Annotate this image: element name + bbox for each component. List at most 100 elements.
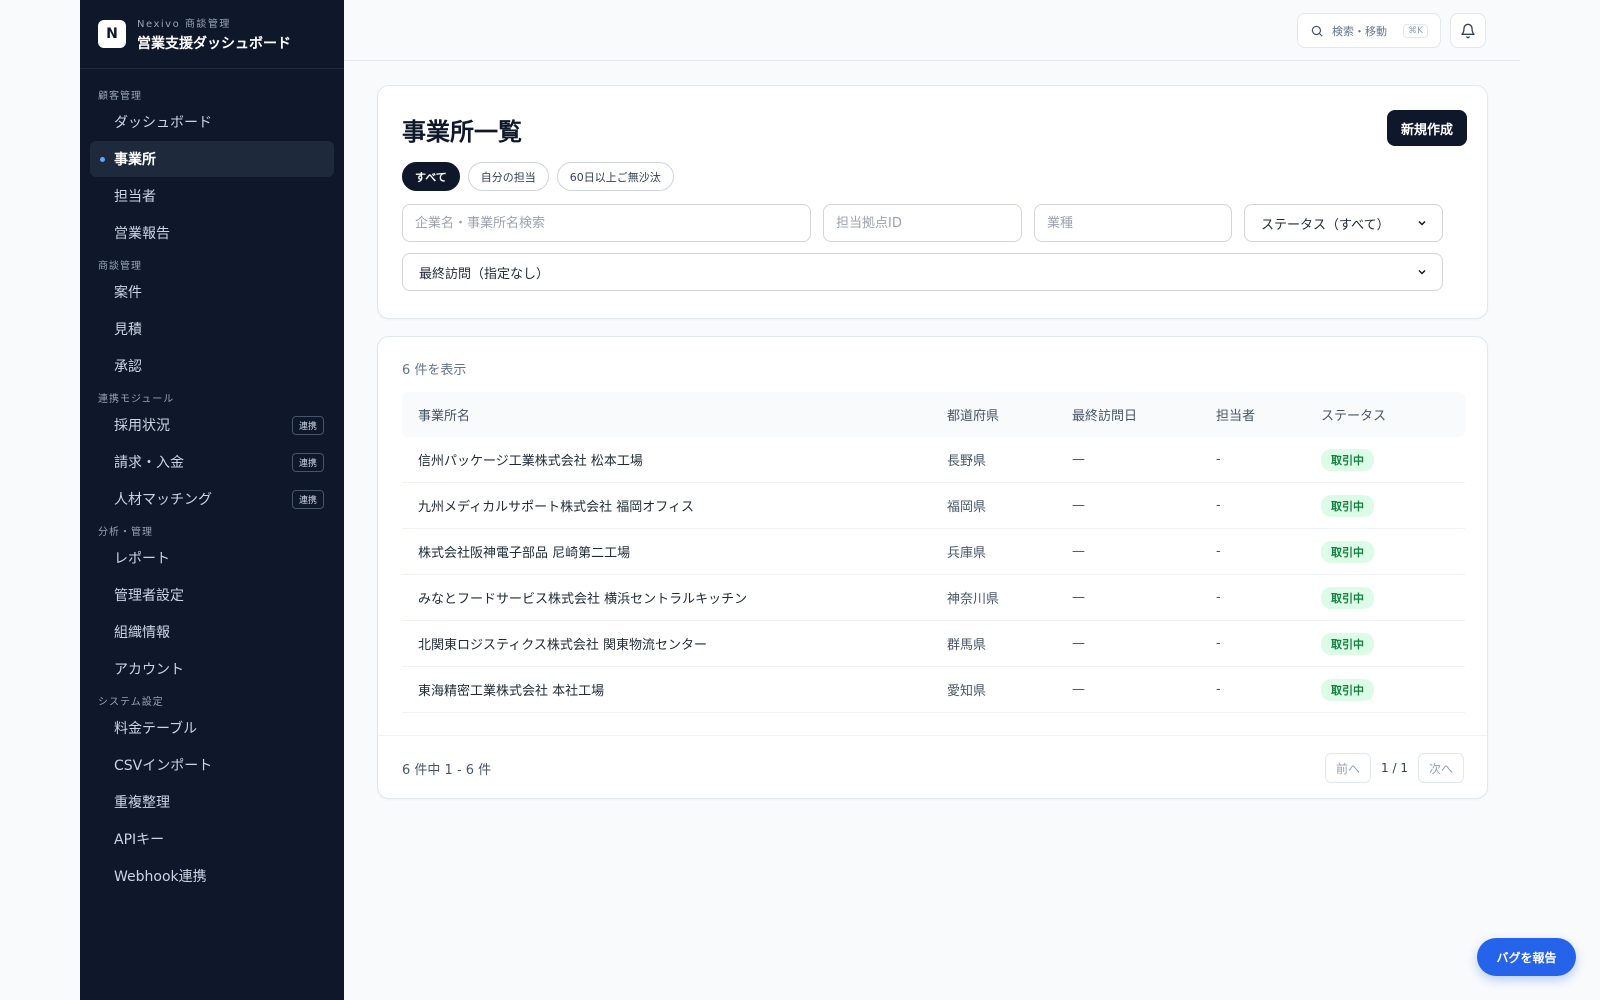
- offices-table: 事業所名 都道府県 最終訪問日 担当者 ステータス 信州パッケージ工業株式会社 …: [402, 392, 1465, 713]
- sidebar-item[interactable]: APIキー: [90, 821, 334, 857]
- sidebar-item-label: 組織情報: [114, 625, 170, 641]
- cell-office-name: 東海精密工業株式会社 本社工場: [418, 684, 605, 699]
- table-row[interactable]: 東海精密工業株式会社 本社工場 愛知県 — - 取引中: [402, 667, 1465, 713]
- notifications-button[interactable]: [1450, 13, 1486, 48]
- sidebar-section-label: システム設定: [98, 696, 164, 708]
- integration-badge: 連携: [291, 489, 324, 509]
- cell-office-name: 九州メディカルサポート株式会社 福岡オフィス: [418, 500, 694, 515]
- sidebar-item[interactable]: 採用状況 連携: [90, 407, 334, 443]
- report-bug-button[interactable]: バグを報告: [1477, 938, 1576, 976]
- status-badge: 取引中: [1321, 632, 1374, 655]
- sidebar-item-label: Webhook連携: [114, 869, 207, 885]
- cell-last-visit: —: [1072, 636, 1085, 651]
- company-search-input[interactable]: [402, 204, 811, 242]
- table-row[interactable]: 九州メディカルサポート株式会社 福岡オフィス 福岡県 — - 取引中: [402, 483, 1465, 529]
- filter-chips: すべて 自分の担当 60日以上ご無沙汰: [402, 162, 674, 191]
- sidebar-item-label: 採用状況: [114, 418, 170, 434]
- sidebar-item[interactable]: ダッシュボード: [90, 104, 334, 140]
- sidebar: N Nexivo 商談管理 営業支援ダッシュボード 顧客管理ダッシュボード事業所…: [80, 0, 344, 1000]
- sidebar-item-label: 事業所: [114, 152, 156, 168]
- cell-office-name: みなとフードサービス株式会社 横浜セントラルキッチン: [418, 592, 748, 607]
- global-search-button[interactable]: 検索・移動 ⌘K: [1297, 13, 1441, 48]
- sidebar-item[interactable]: Webhook連携: [90, 858, 334, 894]
- sidebar-item[interactable]: 承認: [90, 348, 334, 384]
- table-header: 事業所名 都道府県 最終訪問日 担当者 ステータス: [402, 392, 1465, 437]
- search-icon: [1311, 25, 1323, 37]
- sidebar-item[interactable]: 見積: [90, 311, 334, 347]
- cell-prefecture: 福岡県: [947, 500, 987, 515]
- sidebar-item[interactable]: 事業所: [90, 141, 334, 177]
- sidebar-item[interactable]: アカウント: [90, 651, 334, 687]
- cell-prefecture: 群馬県: [947, 638, 987, 653]
- table-row[interactable]: 北関東ロジスティクス株式会社 関東物流センター 群馬県 — - 取引中: [402, 621, 1465, 667]
- cell-assignee: -: [1216, 452, 1221, 467]
- chevron-down-icon: [1418, 269, 1426, 275]
- brand[interactable]: N Nexivo 商談管理 営業支援ダッシュボード: [80, 0, 344, 69]
- header-last-visit[interactable]: 最終訪問日: [1072, 405, 1216, 424]
- page-title: 事業所一覧: [402, 118, 522, 146]
- status-badge: 取引中: [1321, 678, 1374, 701]
- sidebar-item[interactable]: 案件: [90, 274, 334, 310]
- table-row[interactable]: 信州パッケージ工業株式会社 松本工場 長野県 — - 取引中: [402, 437, 1465, 483]
- next-page-button[interactable]: 次へ: [1418, 753, 1464, 783]
- sidebar-item[interactable]: CSVインポート: [90, 747, 334, 783]
- prev-page-button[interactable]: 前へ: [1325, 753, 1372, 783]
- sidebar-item[interactable]: 料金テーブル: [90, 710, 334, 746]
- filter-chip[interactable]: 自分の担当: [467, 162, 549, 191]
- sidebar-item-label: 管理者設定: [114, 588, 184, 604]
- cell-last-visit: —: [1072, 682, 1085, 697]
- sidebar-item[interactable]: 担当者: [90, 178, 334, 214]
- header-office-name[interactable]: 事業所名: [402, 405, 947, 424]
- table-row[interactable]: 株式会社阪神電子部品 尼崎第二工場 兵庫県 — - 取引中: [402, 529, 1465, 575]
- cell-status: 取引中: [1321, 540, 1465, 563]
- chevron-down-icon: [1418, 220, 1426, 226]
- sidebar-section-label: 顧客管理: [98, 90, 142, 102]
- cell-assignee: -: [1216, 544, 1221, 559]
- sidebar-item[interactable]: 営業報告: [90, 215, 334, 251]
- cell-assignee: -: [1216, 636, 1221, 651]
- new-create-button[interactable]: 新規作成: [1387, 110, 1467, 146]
- industry-input[interactable]: [1034, 204, 1232, 242]
- last-visit-select[interactable]: 最終訪問（指定なし）: [402, 253, 1443, 291]
- cell-last-visit: —: [1072, 452, 1085, 467]
- brand-title: 営業支援ダッシュボード: [137, 36, 291, 52]
- table-footer: 6 件中 1 - 6 件 前へ 1 / 1 次へ: [378, 735, 1487, 798]
- cell-prefecture: 長野県: [947, 454, 987, 469]
- table-row[interactable]: みなとフードサービス株式会社 横浜セントラルキッチン 神奈川県 — - 取引中: [402, 575, 1465, 621]
- branch-id-input[interactable]: [823, 204, 1022, 242]
- last-visit-select-value: 最終訪問（指定なし）: [419, 266, 550, 282]
- sidebar-item[interactable]: 人材マッチング 連携: [90, 481, 334, 517]
- sidebar-item-label: 重複整理: [114, 795, 170, 811]
- cell-last-visit: —: [1072, 544, 1085, 559]
- cell-prefecture: 兵庫県: [947, 546, 987, 561]
- search-shortcut: ⌘K: [1403, 23, 1428, 38]
- sidebar-item-label: 担当者: [114, 189, 156, 205]
- active-dot-icon: [100, 157, 105, 162]
- table-body: 信州パッケージ工業株式会社 松本工場 長野県 — - 取引中 九州メディカルサポート株式会…: [402, 437, 1465, 713]
- header-prefecture[interactable]: 都道府県: [947, 405, 1072, 424]
- sidebar-item[interactable]: 管理者設定: [90, 577, 334, 613]
- sidebar-item-label: 案件: [114, 285, 142, 301]
- bell-icon: [1461, 23, 1475, 38]
- integration-badge: 連携: [291, 452, 324, 472]
- status-select[interactable]: ステータス（すべて）: [1244, 204, 1443, 242]
- sidebar-nav: 顧客管理 ダッシュボード 事業所 担当者 営業報告 商談管理 案件 見積 承認 連携モジュール 採用…: [80, 69, 344, 894]
- filter-chip[interactable]: 60日以上ご無沙汰: [556, 162, 674, 191]
- cell-status: 取引中: [1321, 586, 1465, 609]
- sidebar-item-label: 見積: [114, 322, 142, 338]
- cell-assignee: -: [1216, 498, 1221, 513]
- cell-status: 取引中: [1321, 678, 1465, 701]
- sidebar-item[interactable]: 組織情報: [90, 614, 334, 650]
- cell-office-name: 株式会社阪神電子部品 尼崎第二工場: [418, 546, 631, 561]
- sidebar-section-label: 分析・管理: [98, 526, 153, 538]
- sidebar-item[interactable]: レポート: [90, 540, 334, 576]
- cell-assignee: -: [1216, 682, 1221, 697]
- sidebar-item[interactable]: 請求・入金 連携: [90, 444, 334, 480]
- integration-badge: 連携: [291, 415, 324, 435]
- header-status[interactable]: ステータス: [1321, 405, 1465, 424]
- header-assignee[interactable]: 担当者: [1216, 405, 1321, 424]
- filter-chip[interactable]: すべて: [402, 162, 460, 191]
- sidebar-item-label: 承認: [114, 359, 142, 375]
- status-badge: 取引中: [1321, 494, 1374, 517]
- sidebar-item[interactable]: 重複整理: [90, 784, 334, 820]
